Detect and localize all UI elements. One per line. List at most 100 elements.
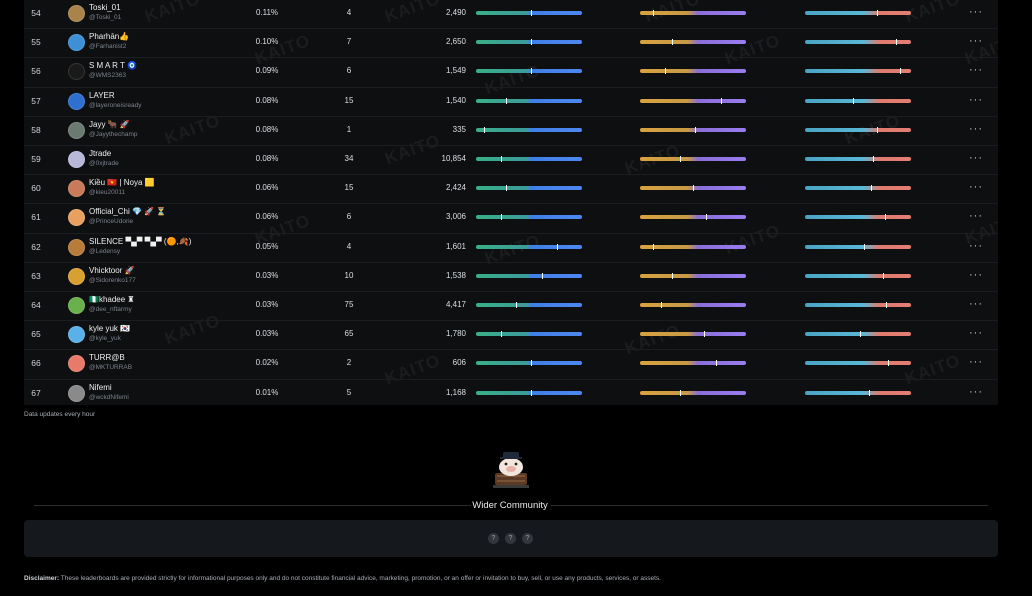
mindshare-percent: 0.08% [255,154,279,163]
more-options-icon[interactable]: ··· [969,152,983,164]
post-count: 15 [344,95,354,105]
avatar[interactable] [68,121,85,139]
user-name[interactable]: Toski_01 [89,3,121,12]
metric-bar-2-marker [652,243,654,250]
user-handle[interactable]: @kieu20011 [89,189,125,196]
avatar[interactable] [68,326,85,344]
user-handle[interactable]: @layeroneisready [89,102,142,109]
user-name[interactable]: Jayy 🐂 🚀 [89,120,130,129]
post-count: 1 [346,124,352,134]
metric-bar-1-marker [501,156,503,162]
engagement-value: 1,780 [445,329,466,339]
avatar[interactable] [68,355,85,373]
leaderboard-row[interactable]: 65 kyle yuk 🇰🇷 @kyle_yuk 0.03% 65 1,780 ··· [24,321,998,351]
user-name[interactable]: Official_Chi 💎 🚀 ⏳ [89,207,166,216]
user-handle[interactable]: @kyle_yuk [89,335,121,342]
user-name[interactable]: Pharhān👍 [89,32,129,41]
avatar[interactable] [68,92,85,110]
avatar[interactable] [68,209,85,227]
avatar[interactable] [68,267,85,285]
avatar[interactable] [68,5,85,22]
avatar[interactable] [68,151,85,168]
user-handle[interactable]: @Ledensy [89,248,120,255]
user-name[interactable]: S M A R T 🧿 [89,61,137,70]
engagement-value: 1,538 [445,270,466,280]
metric-bar-3 [805,360,911,367]
mindshare-percent: 0.08% [255,95,279,105]
leaderboard-row[interactable]: 55 Pharhān👍 @Farhanist2 0.10% 7 2,650 ··· [24,29,998,59]
disclaimer-label: Disclaimer: [24,575,60,582]
user-handle[interactable]: @WMS2363 [89,72,126,79]
user-handle[interactable]: @PrinceUdorie [89,218,133,225]
user-name[interactable]: Jtrade [89,149,111,158]
avatar[interactable] [68,384,85,402]
user-handle[interactable]: @Jayythechamp [89,131,138,138]
community-avatar-placeholder[interactable]: ? [488,533,499,544]
more-options-icon[interactable]: ··· [969,240,983,252]
leaderboard-row[interactable]: 58 Jayy 🐂 🚀 @Jayythechamp 0.08% 1 335 ··· [24,117,998,146]
user-handle[interactable]: @Toski_01 [89,14,121,21]
leaderboard-row[interactable]: 63 Vhicktoor 🚀 @Sidorenko177 0.03% 10 1,538 ··… [24,263,998,292]
post-count: 5 [346,387,352,397]
rank-number: 60 [31,183,41,194]
metric-bar-3-marker [884,214,886,221]
leaderboard-row[interactable]: 66 TURR@B @MKTURRAB 0.02% 2 606 ··· [24,350,998,380]
metric-bar-2-marker [703,331,705,338]
avatar[interactable] [68,238,85,256]
user-handle[interactable]: @dee_nftarmy [89,306,132,313]
more-options-icon[interactable]: ··· [969,356,983,368]
more-options-icon[interactable]: ··· [969,298,983,310]
more-options-icon[interactable]: ··· [969,269,983,281]
more-options-icon[interactable]: ··· [969,123,983,135]
metric-bar-1 [476,360,582,367]
metric-bar-2-marker [665,68,667,75]
user-name[interactable]: Nifemi [89,383,112,392]
metric-bar-1 [476,214,582,221]
community-avatar-placeholder[interactable]: ? [522,533,533,544]
metric-bar-1 [476,389,582,396]
user-name[interactable]: TURR@B [89,353,125,362]
post-count: 6 [346,66,352,76]
leaderboard-row[interactable]: 56 S M A R T 🧿 @WMS2363 0.09% 6 1,549 ··· [24,58,998,88]
user-name[interactable]: kyle yuk 🇰🇷 [89,324,130,333]
metric-bar-3-marker [900,68,902,75]
community-avatar-placeholder[interactable]: ? [505,533,516,544]
more-options-icon[interactable]: ··· [969,6,983,18]
leaderboard-row[interactable]: 62 SILENCE ▀▄▀ ▀▄▀ (🟠,🍂) @Ledensy 0.05% 4 1,6… [24,234,998,263]
more-options-icon[interactable]: ··· [969,386,983,398]
user-name[interactable]: 🇳🇬khadee ♜ [89,295,135,304]
rank-number: 57 [31,95,41,106]
avatar[interactable] [68,180,85,198]
more-options-icon[interactable]: ··· [969,210,983,222]
user-handle[interactable]: @0xjtrade [89,160,119,167]
leaderboard-row[interactable]: 60 Kiều 🇻🇳 | Noya 🟨 @kieu20011 0.06% 15 2,424… [24,175,998,205]
user-handle[interactable]: @Sidorenko177 [89,277,136,284]
leaderboard-row[interactable]: 67 Nifemi @wckdNifemi 0.01% 5 1,168 ··· [24,380,998,405]
leaderboard-row[interactable]: 54 Toski_01 @Toski_01 0.11% 4 2,490 ··· [24,0,998,30]
user-name[interactable]: SILENCE ▀▄▀ ▀▄▀ (🟠,🍂) [89,237,191,246]
leaderboard-row[interactable]: 57 LAYER @layeroneisready 0.08% 15 1,540 ··· [24,88,998,117]
divider-right [551,505,988,506]
metric-bar-3 [805,272,911,279]
more-options-icon[interactable]: ··· [969,181,983,193]
avatar[interactable] [68,63,85,81]
user-handle[interactable]: @MKTURRAB [89,364,132,371]
user-handle[interactable]: @wckdNifemi [89,394,129,401]
avatar[interactable] [68,34,85,52]
wider-community-panel: ? ? ? [24,520,998,557]
more-options-icon[interactable]: ··· [969,35,983,47]
more-options-icon[interactable]: ··· [969,327,983,339]
user-name[interactable]: Vhicktoor 🚀 [89,266,135,275]
metric-bar-3 [805,68,911,75]
more-options-icon[interactable]: ··· [969,94,983,106]
user-name[interactable]: Kiều 🇻🇳 | Noya 🟨 [89,178,155,187]
user-handle[interactable]: @Farhanist2 [89,43,126,50]
leaderboard-row[interactable]: 61 Official_Chi 💎 🚀 ⏳ @PrinceUdorie 0.06% 6 3… [24,204,998,234]
more-options-icon[interactable]: ··· [969,64,983,76]
metric-bar-2 [640,243,746,250]
leaderboard-row[interactable]: 64 🇳🇬khadee ♜ @dee_nftarmy 0.03% 75 4,417 ··· [24,292,998,322]
rank-number: 59 [31,154,41,164]
user-name[interactable]: LAYER [89,91,115,100]
avatar[interactable] [68,297,85,314]
leaderboard-row[interactable]: 59 Jtrade @0xjtrade 0.08% 34 10,854 ··· [24,146,998,176]
